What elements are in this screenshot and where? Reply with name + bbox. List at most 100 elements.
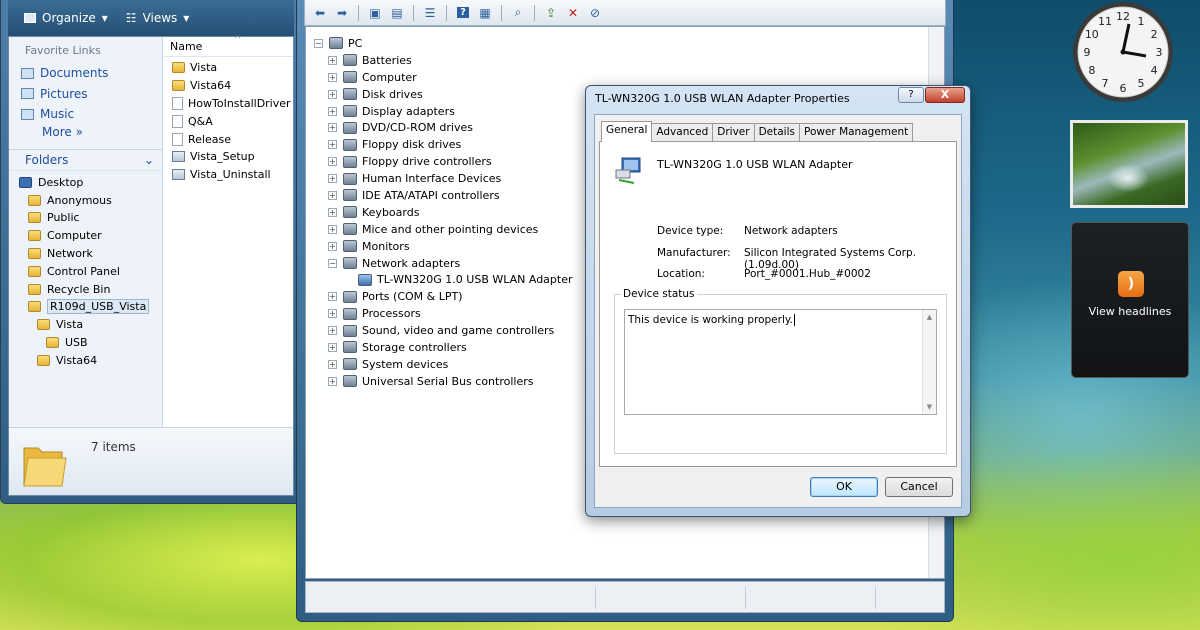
file-item[interactable]: Release — [164, 130, 293, 148]
expand-toggle-icon[interactable]: + — [328, 140, 337, 150]
status-cell — [746, 587, 876, 609]
disable-button[interactable]: ⊘ — [586, 4, 604, 22]
expand-toggle-icon[interactable]: + — [328, 190, 337, 200]
update-driver-button[interactable]: ⇪ — [542, 4, 560, 22]
views-button[interactable]: ☷ Views ▾ — [126, 11, 190, 25]
cancel-button[interactable]: Cancel — [885, 477, 953, 497]
expand-toggle-icon[interactable]: + — [328, 326, 337, 336]
expand-toggle-icon[interactable]: + — [328, 106, 337, 116]
device-category-mice-and-other-pointing-devices[interactable]: + Mice and other pointing devices — [314, 221, 573, 238]
file-item[interactable]: Vista_Uninstall — [164, 166, 293, 184]
folder-tree-item-computer[interactable]: Computer — [9, 227, 162, 245]
device-category-display-adapters[interactable]: + Display adapters — [314, 103, 573, 120]
back-button[interactable]: ⬅ — [311, 4, 329, 22]
up-folder-button[interactable]: ▣ — [366, 4, 384, 22]
expand-toggle-icon[interactable]: + — [328, 123, 337, 133]
folder-tree-item-desktop[interactable]: Desktop — [9, 174, 162, 192]
folder-tree-item-vista64[interactable]: Vista64 — [9, 351, 162, 369]
expand-toggle-icon[interactable]: + — [328, 292, 337, 302]
expand-toggle-icon[interactable]: + — [328, 157, 337, 167]
device-category-ports-com-lpt[interactable]: + Ports (COM & LPT) — [314, 288, 573, 305]
folder-tree-item-network[interactable]: Network — [9, 245, 162, 263]
device-tree-root[interactable]: − PC — [314, 35, 573, 52]
documents-icon — [21, 67, 34, 79]
expand-toggle-icon[interactable]: + — [328, 359, 337, 369]
clock-gadget[interactable]: 12 12 3 45678 9 1011 — [1070, 0, 1176, 104]
expand-toggle-icon[interactable]: + — [328, 55, 337, 65]
folder-tree-item-anonymous[interactable]: Anonymous — [9, 191, 162, 209]
document-icon — [172, 132, 183, 146]
file-item[interactable]: Q&A — [164, 112, 293, 130]
slideshow-gadget[interactable] — [1070, 120, 1188, 208]
column-header-name[interactable]: Name ^ — [164, 35, 293, 57]
device-category-dvd-cd-rom-drives[interactable]: + DVD/CD-ROM drives — [314, 119, 573, 136]
device-category-universal-serial-bus-controllers[interactable]: + Universal Serial Bus controllers — [314, 373, 573, 390]
file-item[interactable]: Vista64 — [164, 77, 293, 95]
device-category-computer[interactable]: + Computer — [314, 69, 573, 86]
device-category-processors[interactable]: + Processors — [314, 305, 573, 322]
computer-icon — [329, 37, 343, 50]
device-category-disk-drives[interactable]: + Disk drives — [314, 86, 573, 103]
tab-advanced[interactable]: Advanced — [651, 123, 714, 141]
uninstall-button[interactable]: ✕ — [564, 4, 582, 22]
device-category-human-interface-devices[interactable]: + Human Interface Devices — [314, 170, 573, 187]
device-status-textbox[interactable]: This device is working properly. ▲ ▼ — [624, 309, 937, 415]
folder-tree-item-control-panel[interactable]: Control Panel — [9, 262, 162, 280]
tab-driver[interactable]: Driver — [712, 123, 755, 141]
network-adapter-icon — [615, 157, 641, 184]
properties-button[interactable]: ☰ — [421, 4, 439, 22]
expand-toggle-icon[interactable]: + — [328, 241, 337, 251]
feed-headlines-gadget[interactable]: ) View headlines — [1071, 222, 1189, 378]
folder-tree-item-public[interactable]: Public — [9, 209, 162, 227]
folder-tree-item-vista[interactable]: Vista — [9, 316, 162, 334]
device-item[interactable]: TL-WN320G 1.0 USB WLAN Adapter — [314, 271, 573, 288]
folder-tree-item-r109d-usb-vista[interactable]: R109d_USB_Vista — [9, 298, 162, 316]
device-category-system-devices[interactable]: + System devices — [314, 356, 573, 373]
device-category-storage-controllers[interactable]: + Storage controllers — [314, 339, 573, 356]
folders-heading[interactable]: Folders ⌄ — [9, 148, 162, 171]
favorite-link-pictures[interactable]: Pictures — [9, 84, 162, 105]
expand-toggle-icon[interactable]: + — [328, 309, 337, 319]
forward-button[interactable]: ➡ — [333, 4, 351, 22]
device-category-batteries[interactable]: + Batteries — [314, 52, 573, 69]
dialog-close-button[interactable]: X — [925, 87, 965, 103]
organize-button[interactable]: Organize ▾ — [24, 11, 108, 25]
dialog-help-button[interactable]: ? — [898, 87, 924, 103]
device-manager-toolbar: ⬅ ➡ ▣ ▤ ☰ ? ▦ ⌕ ⇪ ✕ ⊘ — [304, 0, 946, 26]
device-category-floppy-drive-controllers[interactable]: + Floppy drive controllers — [314, 153, 573, 170]
device-category-keyboards[interactable]: + Keyboards — [314, 204, 573, 221]
help-button[interactable]: ? — [454, 4, 472, 22]
folder-tree-item-recycle-bin[interactable]: Recycle Bin — [9, 280, 162, 298]
view-headlines-label: View headlines — [1088, 305, 1172, 318]
ok-button[interactable]: OK — [810, 477, 878, 497]
expand-toggle-icon[interactable]: + — [328, 342, 337, 352]
tab-general[interactable]: General — [601, 121, 653, 142]
device-category-ide-ata-atapi-controllers[interactable]: + IDE ATA/ATAPI controllers — [314, 187, 573, 204]
show-hide-tree-button[interactable]: ▤ — [388, 4, 406, 22]
details-pane: 7 items — [9, 427, 293, 495]
tab-power-management[interactable]: Power Management — [798, 123, 914, 141]
more-link[interactable]: More » — [9, 125, 162, 145]
scan-hardware-button[interactable]: ⌕ — [509, 4, 527, 22]
tab-details[interactable]: Details — [753, 123, 800, 141]
expand-toggle-icon[interactable]: + — [328, 376, 337, 386]
expand-toggle-icon[interactable]: + — [328, 224, 337, 234]
file-item[interactable]: Vista — [164, 59, 293, 77]
favorite-link-music[interactable]: Music — [9, 104, 162, 125]
expand-toggle-icon[interactable]: + — [328, 174, 337, 184]
expand-toggle-icon[interactable]: + — [328, 89, 337, 99]
collapse-toggle-icon[interactable]: − — [328, 258, 337, 268]
device-category-sound-video-and-game-controllers[interactable]: + Sound, video and game controllers — [314, 322, 573, 339]
file-item[interactable]: Vista_Setup — [164, 148, 293, 166]
device-category-floppy-disk-drives[interactable]: + Floppy disk drives — [314, 136, 573, 153]
expand-toggle-icon[interactable]: + — [328, 72, 337, 82]
folder-tree-item-usb[interactable]: USB — [9, 334, 162, 352]
device-category-network-adapters[interactable]: − Network adapters — [314, 255, 573, 272]
device-category-monitors[interactable]: + Monitors — [314, 238, 573, 255]
file-item[interactable]: HowToInstallDriver — [164, 95, 293, 113]
favorite-link-documents[interactable]: Documents — [9, 63, 162, 84]
collapse-toggle-icon[interactable]: − — [314, 38, 323, 48]
expand-toggle-icon[interactable]: + — [328, 207, 337, 217]
view-button[interactable]: ▦ — [476, 4, 494, 22]
status-scrollbar[interactable]: ▲ ▼ — [922, 310, 936, 414]
